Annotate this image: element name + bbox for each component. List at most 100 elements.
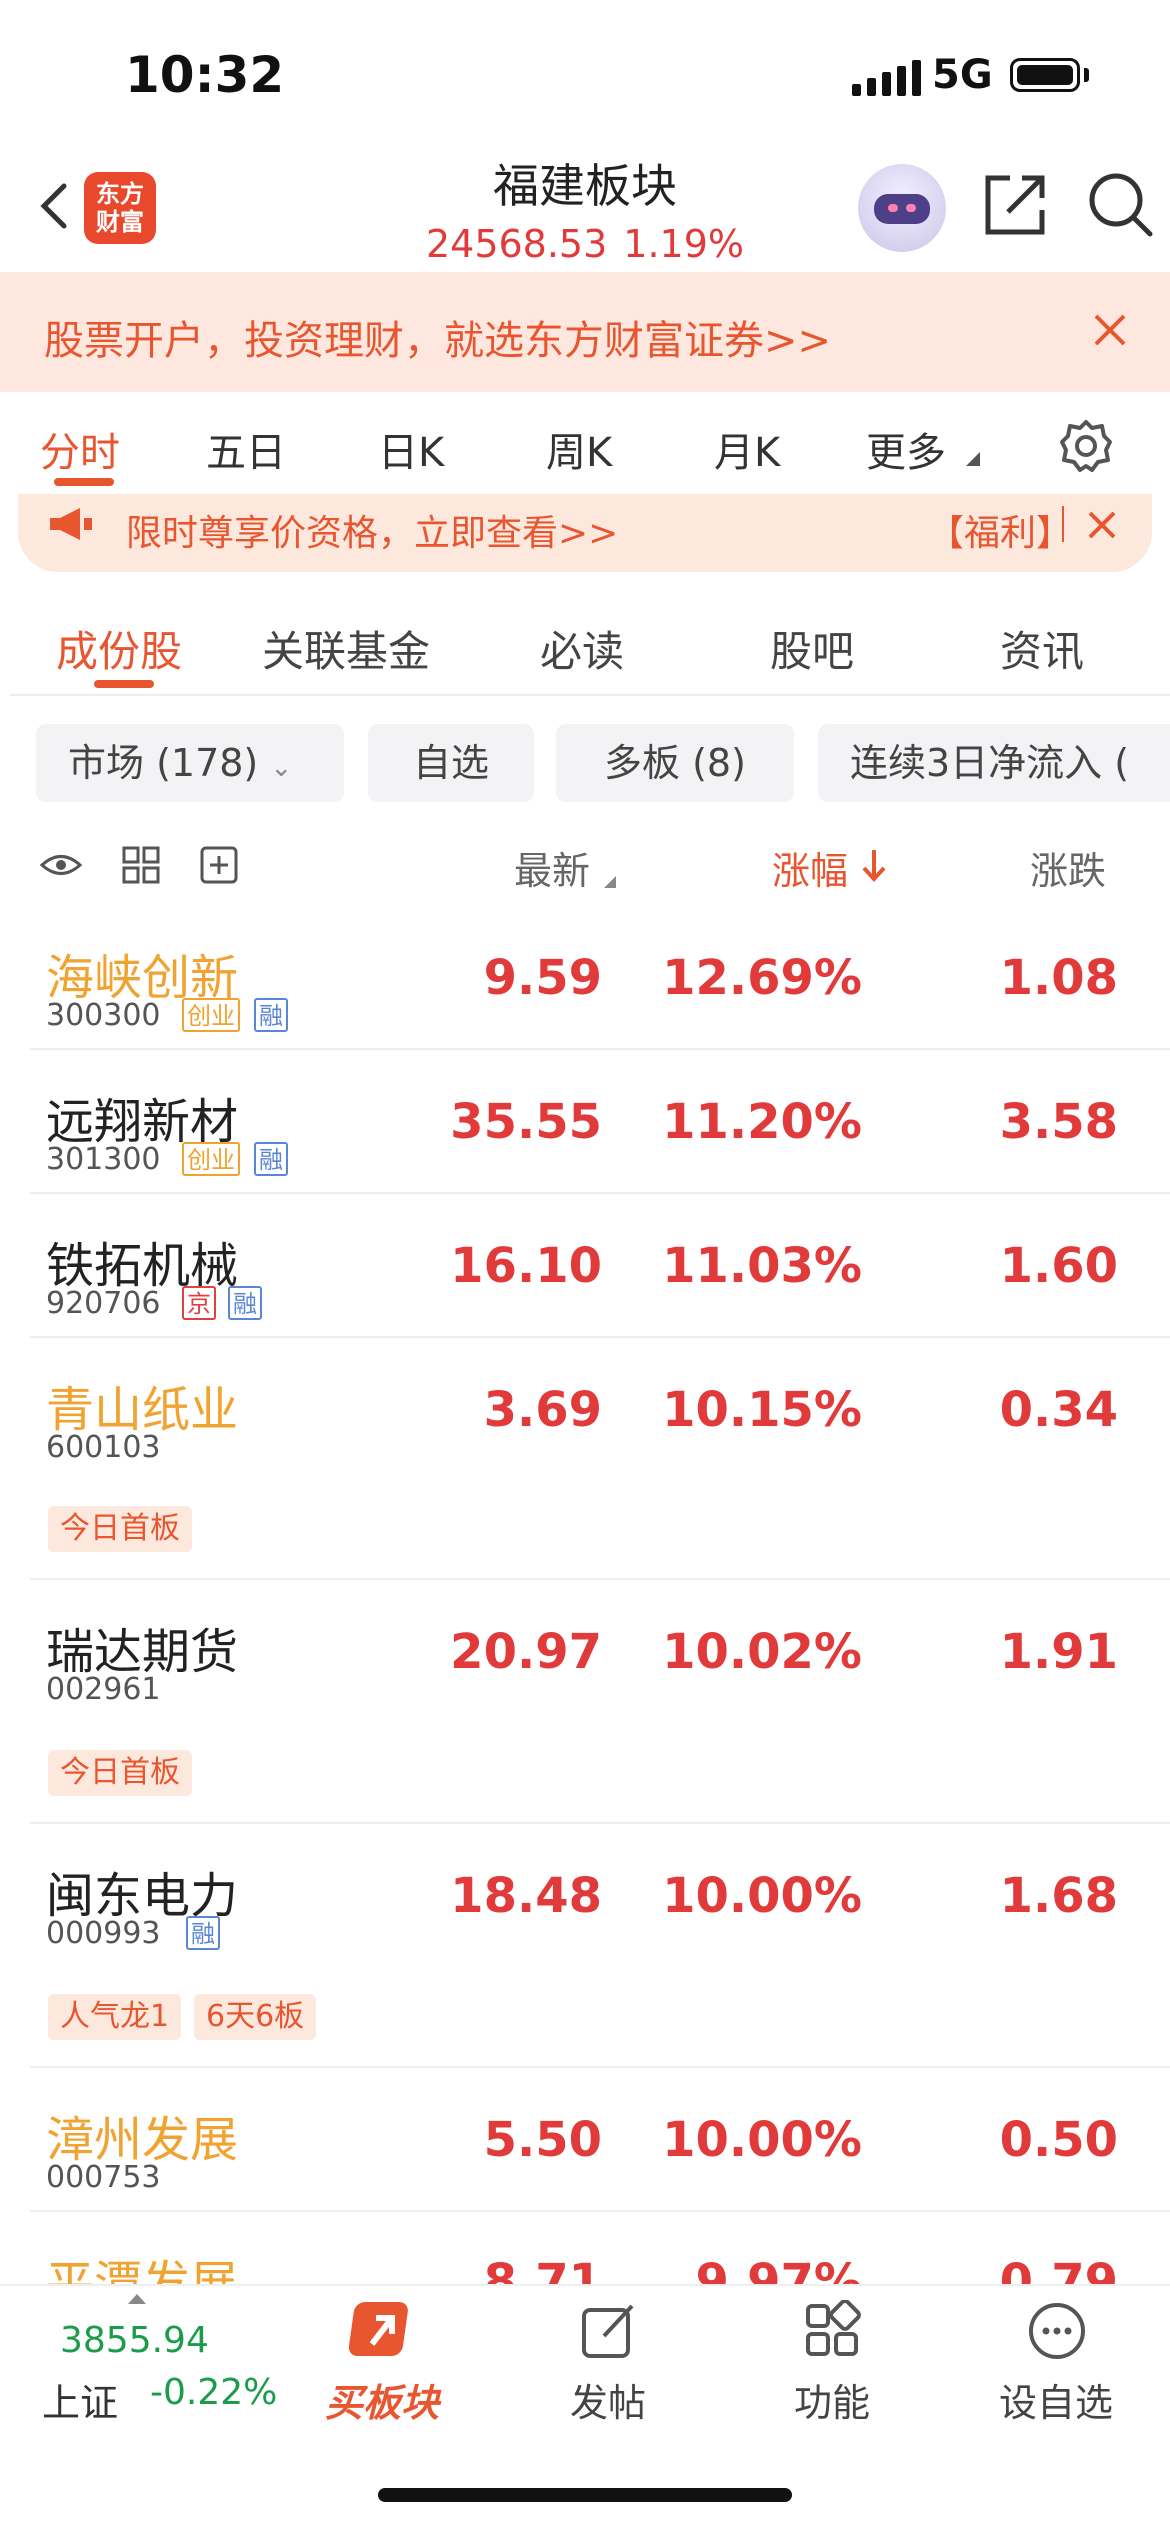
stock-change-pct: 10.02%: [662, 1624, 862, 1680]
stock-code: 920706: [46, 1286, 161, 1321]
sort-caret-icon: [604, 876, 616, 888]
row-divider: [30, 1192, 1170, 1194]
tab-constituents[interactable]: 成份股: [56, 618, 182, 679]
stock-price: 5.50: [483, 2112, 602, 2168]
notice-text[interactable]: 限时尊享价资格，立即查看>>: [126, 504, 618, 556]
close-icon[interactable]: [1090, 310, 1130, 350]
tabs-divider: [10, 694, 1170, 696]
filter-watchlist[interactable]: 自选: [368, 724, 534, 802]
gear-icon[interactable]: [1058, 418, 1114, 474]
nav-add-watchlist[interactable]: 设自选: [976, 2372, 1136, 2427]
row-divider: [30, 2210, 1170, 2212]
battery-tip: [1084, 68, 1089, 82]
badge-bse: 京: [182, 1286, 216, 1320]
eye-icon[interactable]: [40, 844, 82, 886]
tag-popularity: 人气龙1: [48, 1994, 182, 2040]
more-dots-icon[interactable]: [1026, 2300, 1088, 2362]
robot-eye-left: [888, 204, 898, 212]
chevron-down-icon: ⌄: [270, 753, 293, 783]
stock-change: 1.60: [999, 1238, 1118, 1294]
add-icon[interactable]: [198, 844, 240, 886]
row-divider: [30, 2066, 1170, 2068]
stock-change-pct: 10.00%: [662, 1868, 862, 1924]
notice-close-icon[interactable]: [1085, 508, 1119, 542]
tab-intraday[interactable]: 分时: [40, 420, 120, 478]
row-divider: [30, 1048, 1170, 1050]
stock-change-pct: 10.00%: [662, 2112, 862, 2168]
badge-margin: 融: [254, 998, 288, 1032]
tab-related-funds[interactable]: 关联基金: [262, 618, 430, 679]
column-latest[interactable]: 最新: [514, 840, 590, 895]
nav-functions[interactable]: 功能: [752, 2372, 912, 2427]
filter-market-label: 市场 (178): [68, 741, 259, 785]
more-caret-icon: [966, 452, 980, 466]
filter-multi-board[interactable]: 多板 (8): [556, 724, 794, 802]
stock-change: 0.50: [999, 2112, 1118, 2168]
tab-news[interactable]: 资讯: [1000, 618, 1084, 679]
robot-face: [874, 194, 930, 224]
functions-icon[interactable]: [802, 2300, 864, 2362]
notice-separator: [1062, 506, 1064, 542]
stock-change: 1.91: [999, 1624, 1118, 1680]
stock-change: 1.08: [999, 950, 1118, 1006]
stock-code: 301300: [46, 1142, 161, 1177]
expand-up-icon[interactable]: [128, 2294, 146, 2304]
tab-must-read[interactable]: 必读: [540, 618, 624, 679]
filter-net-inflow[interactable]: 连续3日净流入 (: [818, 724, 1170, 802]
home-indicator[interactable]: [378, 2488, 792, 2502]
stock-change-pct: 10.15%: [662, 1382, 862, 1438]
row-divider: [30, 1336, 1170, 1338]
stock-code: 600103: [46, 1430, 161, 1465]
tab-monthly-k[interactable]: 月K: [714, 420, 780, 478]
column-change[interactable]: 涨跌: [1030, 840, 1170, 895]
sub-tab-underline: [94, 680, 154, 688]
sh-index-value[interactable]: 3855.94: [60, 2320, 209, 2361]
tag-consecutive-boards: 6天6板: [194, 1994, 317, 2040]
tab-forum[interactable]: 股吧: [770, 618, 854, 679]
stock-change: 1.68: [999, 1868, 1118, 1924]
sh-index-change[interactable]: -0.22%: [150, 2372, 277, 2413]
megaphone-icon: [50, 508, 92, 540]
compose-post-icon[interactable]: [578, 2300, 640, 2362]
sh-index-name[interactable]: 上证: [42, 2372, 118, 2427]
stock-price: 20.97: [450, 1624, 602, 1680]
stock-price: 3.69: [483, 1382, 602, 1438]
badge-chinext: 创业: [182, 998, 240, 1032]
stock-change-pct: 11.20%: [662, 1094, 862, 1150]
tag-first-limit-up: 今日首板: [48, 1750, 192, 1796]
status-time: 10:32: [125, 46, 285, 104]
stock-price: 9.59: [483, 950, 602, 1006]
tab-more[interactable]: 更多: [866, 420, 946, 478]
stock-code: 300300: [46, 998, 161, 1033]
promo-text[interactable]: 股票开户，投资理财，就选东方财富证券>>: [44, 308, 831, 366]
tab-underline: [54, 478, 114, 486]
tab-weekly-k[interactable]: 周K: [546, 420, 612, 478]
badge-margin: 融: [228, 1286, 262, 1320]
stock-change: 0.34: [999, 1382, 1118, 1438]
filter-market[interactable]: 市场 (178) ⌄: [36, 724, 344, 802]
tab-daily-k[interactable]: 日K: [378, 420, 444, 478]
stock-price: 35.55: [450, 1094, 602, 1150]
sort-down-arrow-icon: [862, 850, 886, 882]
sector-index-value: 24568.53: [425, 222, 608, 266]
stock-code: 000993: [46, 1916, 161, 1951]
stock-change-pct: 11.03%: [662, 1238, 862, 1294]
search-icon[interactable]: [1086, 170, 1156, 240]
tab-five-day[interactable]: 五日: [206, 420, 286, 478]
stock-change: 3.58: [999, 1094, 1118, 1150]
notice-tag: 【福利】: [928, 513, 1073, 554]
sector-index-change: 1.19%: [623, 222, 745, 266]
nav-buy-sector[interactable]: 买板块: [302, 2372, 462, 2427]
column-change-pct[interactable]: 涨幅: [772, 840, 848, 895]
network-label: 5G: [932, 52, 993, 98]
share-icon[interactable]: [980, 170, 1050, 240]
grid-icon[interactable]: [120, 844, 162, 886]
badge-margin: 融: [254, 1142, 288, 1176]
buy-sector-icon[interactable]: [346, 2296, 416, 2366]
row-divider: [30, 1822, 1170, 1824]
signal-icon: [852, 60, 921, 96]
badge-margin: 融: [186, 1916, 220, 1950]
stock-change-pct: 12.69%: [662, 950, 862, 1006]
nav-post[interactable]: 发帖: [528, 2372, 688, 2427]
stock-code: 000753: [46, 2160, 161, 2195]
